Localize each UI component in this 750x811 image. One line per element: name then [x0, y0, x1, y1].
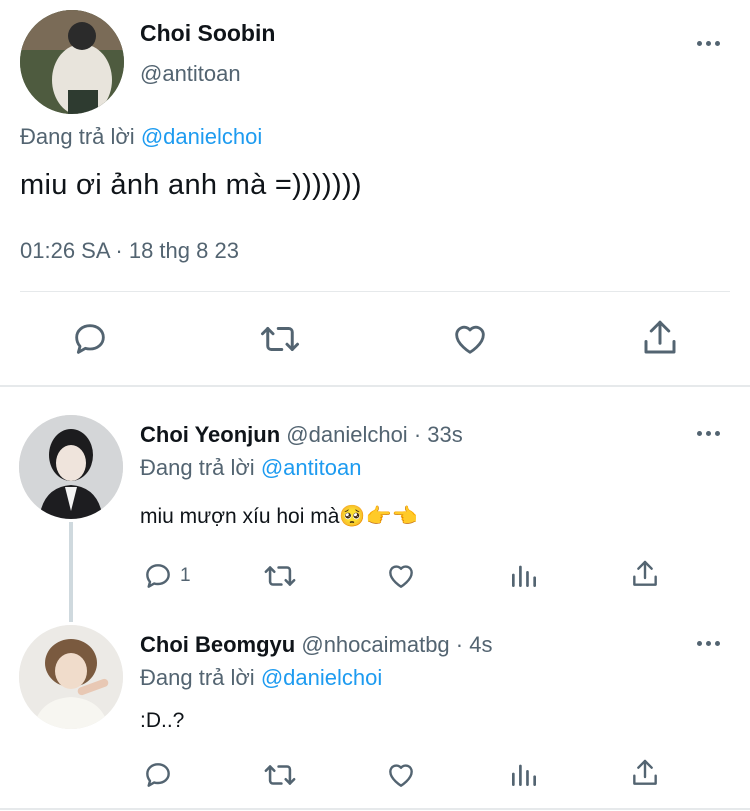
more-options-icon[interactable]: [697, 641, 720, 646]
share-icon[interactable]: [629, 558, 661, 590]
reply-author-handle[interactable]: @danielchoi: [286, 422, 407, 447]
reply-icon[interactable]: [142, 759, 174, 791]
reply-avatar[interactable]: [19, 415, 123, 519]
reply-count: 1: [180, 565, 191, 586]
more-options-icon[interactable]: [697, 41, 720, 46]
like-icon[interactable]: [384, 759, 418, 791]
reply-text: :D..?: [140, 709, 185, 732]
reply-author-handle[interactable]: @nhocaimatbg: [301, 632, 449, 657]
reply-author-name[interactable]: Choi Yeonjun: [140, 422, 280, 447]
bottom-divider: [0, 808, 750, 810]
reply-prefix: Đang trả lời: [140, 665, 255, 690]
reply-to-link[interactable]: @antitoan: [261, 455, 362, 480]
tweet-timestamp[interactable]: 01:26 SA · 18 thg 8 23: [20, 238, 239, 264]
reply-time[interactable]: · 4s: [456, 632, 493, 657]
reply-context: Đang trả lời @antitoan: [140, 455, 361, 481]
reply-header: Choi Yeonjun @danielchoi · 33s: [140, 422, 463, 448]
reply-text: miu mượn xíu hoi mà🥺👉👈: [140, 505, 418, 528]
reply-prefix: Đang trả lời: [20, 124, 135, 149]
reply-prefix: Đang trả lời: [140, 455, 255, 480]
tweet-text: miu ơi ảnh anh mà =))))))): [20, 169, 362, 201]
reply-icon[interactable]: [142, 560, 174, 592]
divider: [20, 291, 730, 292]
analytics-icon[interactable]: [508, 559, 540, 591]
reply-time[interactable]: · 33s: [414, 422, 463, 447]
author-avatar[interactable]: [20, 10, 124, 114]
author-name[interactable]: Choi Soobin: [140, 20, 275, 47]
reply-header: Choi Beomgyu @nhocaimatbg · 4s: [140, 632, 492, 658]
reply-to-link[interactable]: @danielchoi: [261, 665, 382, 690]
retweet-icon[interactable]: [262, 758, 298, 792]
reply-to-link[interactable]: @danielchoi: [141, 124, 262, 149]
share-icon[interactable]: [629, 757, 661, 789]
reply-context: Đang trả lời @danielchoi: [140, 665, 382, 691]
section-divider: [0, 385, 750, 387]
reply-avatar[interactable]: [19, 625, 123, 729]
reply-author-name[interactable]: Choi Beomgyu: [140, 632, 295, 657]
share-icon[interactable]: [639, 317, 681, 359]
more-options-icon[interactable]: [697, 431, 720, 436]
author-handle[interactable]: @antitoan: [140, 61, 241, 87]
reply-icon[interactable]: [70, 319, 110, 359]
analytics-icon[interactable]: [508, 758, 540, 790]
retweet-icon[interactable]: [258, 318, 302, 360]
like-icon[interactable]: [449, 319, 491, 359]
reply-context: Đang trả lời @danielchoi: [20, 124, 262, 150]
thread-line: [69, 522, 73, 622]
like-icon[interactable]: [384, 560, 418, 592]
retweet-icon[interactable]: [262, 559, 298, 593]
